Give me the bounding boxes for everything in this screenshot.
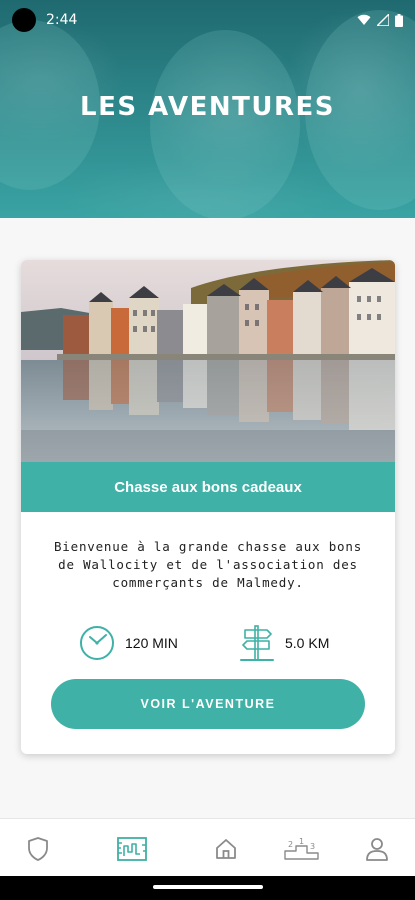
status-time: 2:44: [46, 12, 78, 28]
nav-item-podium[interactable]: 2 1 3: [282, 829, 322, 869]
shield-icon: [28, 837, 48, 861]
user-icon: [366, 838, 388, 861]
signpost-icon: [240, 625, 274, 661]
podium-icon: 2 1 3: [284, 837, 319, 860]
status-bar: 2:44: [0, 0, 415, 40]
adventure-stats: 120 MIN 5.0 KM: [21, 622, 395, 664]
distance-label: 5.0 KM: [285, 635, 330, 651]
system-gesture-bar: [0, 876, 415, 900]
battery-icon: [395, 13, 403, 27]
distance-stat: 5.0 KM: [239, 622, 329, 664]
clock-icon: [80, 626, 114, 660]
header-banner: 2:44 LES AVENTURES: [0, 0, 415, 218]
bottom-navigation: 2 1 3: [0, 818, 415, 876]
home-gesture-handle[interactable]: [153, 885, 263, 889]
nav-item-shield[interactable]: [18, 829, 58, 869]
svg-text:1: 1: [299, 837, 304, 846]
signal-icon: [377, 14, 389, 26]
home-icon: [216, 839, 236, 859]
map-icon: [117, 837, 147, 861]
status-icons: [357, 13, 403, 27]
svg-text:3: 3: [310, 842, 315, 851]
view-adventure-button[interactable]: VOIR L'AVENTURE: [51, 679, 365, 729]
adventure-photo: [21, 260, 395, 462]
svg-text:2: 2: [288, 840, 293, 849]
adventure-description: Bienvenue à la grande chasse aux bons de…: [53, 539, 363, 590]
nav-item-profile[interactable]: [357, 829, 397, 869]
wifi-icon: [357, 14, 371, 25]
duration-label: 120 MIN: [125, 635, 178, 651]
background-photo-shape: [150, 30, 300, 218]
adventure-card[interactable]: Chasse aux bons cadeaux Bienvenue à la g…: [21, 260, 395, 754]
adventure-title: Chasse aux bons cadeaux: [21, 462, 395, 512]
duration-stat: 120 MIN: [79, 622, 178, 664]
camera-cutout: [12, 8, 36, 32]
page-title: LES AVENTURES: [80, 92, 335, 122]
nav-item-map[interactable]: [112, 829, 152, 869]
nav-item-home[interactable]: [206, 829, 246, 869]
